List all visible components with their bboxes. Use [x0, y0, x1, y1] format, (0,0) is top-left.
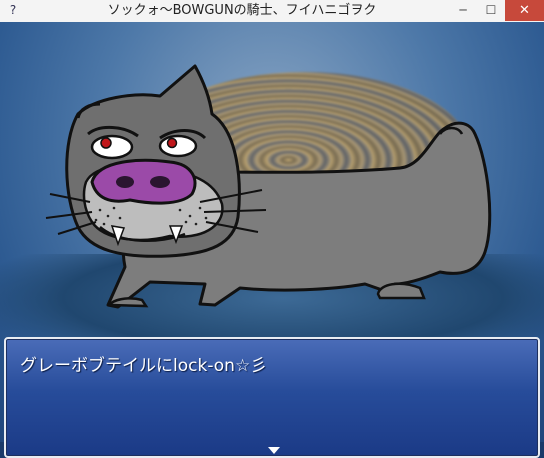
- enemy-nostril-left: [116, 176, 134, 188]
- battle-scene: グレーボブテイルにlock-on☆彡: [0, 22, 544, 458]
- window-title: ソックォ〜BOWGUNの騎士、フイハニゴヲク: [107, 3, 377, 18]
- enemy-left-pupil: [100, 137, 112, 149]
- battle-message-text: グレーボブテイルにlock-on☆彡: [20, 356, 268, 376]
- enemy-nose: [90, 158, 197, 205]
- close-icon: ✕: [519, 3, 530, 18]
- enemy-front-paw: [108, 297, 149, 308]
- maximize-icon: ☐: [485, 3, 497, 17]
- close-button[interactable]: ✕: [505, 0, 544, 21]
- enemy-back-paw: [376, 282, 426, 300]
- maximize-button[interactable]: ☐: [477, 0, 505, 21]
- minimize-button[interactable]: ─: [449, 0, 477, 21]
- minimize-icon: ─: [459, 3, 467, 17]
- enemy-right-eye: [158, 134, 198, 158]
- continue-arrow-icon[interactable]: [268, 447, 280, 454]
- enemy-grey-bobtail[interactable]: [0, 22, 544, 342]
- app-help-icon[interactable]: ?: [6, 3, 20, 18]
- enemy-right-pupil: [166, 137, 178, 149]
- battle-message-window: グレーボブテイルにlock-on☆彡: [4, 337, 540, 458]
- title-bar: ? ソックォ〜BOWGUNの騎士、フイハニゴヲク ─ ☐ ✕: [0, 0, 544, 23]
- enemy-nostril-right: [150, 176, 170, 188]
- enemy-left-eye: [90, 134, 134, 160]
